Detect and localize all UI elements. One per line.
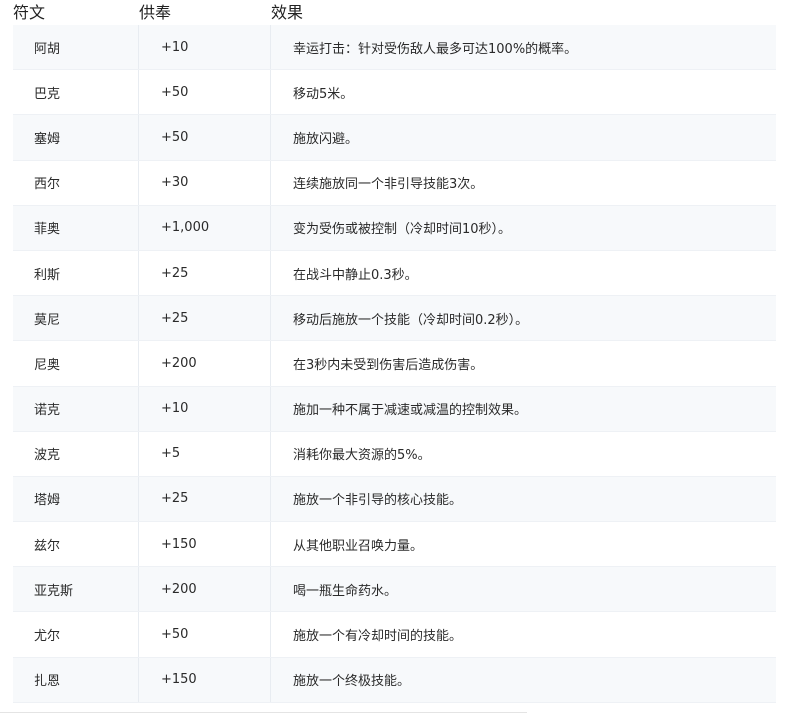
table-row: 尤尔 +50 施放一个有冷却时间的技能。: [13, 612, 776, 658]
table-row: 亚克斯 +200 喝一瓶生命药水。: [13, 567, 776, 613]
rune-name-cell: 巴克: [34, 86, 61, 102]
rune-name-cell: 利斯: [34, 267, 61, 283]
devotion-value-cell: +1,000: [161, 220, 210, 236]
rune-name-cell: 阿胡: [34, 41, 61, 57]
devotion-value-cell: +30: [161, 175, 189, 191]
rune-name-cell: 尼奥: [34, 357, 61, 373]
table-row: 塔姆 +25 施放一个非引导的核心技能。: [13, 476, 776, 523]
bottom-divider: [0, 712, 527, 713]
table-row: 诺克 +10 施加一种不属于减速或减温的控制效果。: [13, 386, 776, 432]
effect-text-cell: 在3秒内未受到伤害后造成伤害。: [293, 357, 484, 373]
rune-name-cell: 塔姆: [34, 493, 61, 509]
table-row: 西尔 +30 连续施放同一个非引导技能3次。: [13, 160, 776, 206]
rune-name-cell: 扎恩: [34, 674, 61, 690]
effect-text-cell: 施放闪避。: [293, 131, 359, 147]
effect-text-cell: 在战斗中静止0.3秒。: [293, 267, 418, 283]
table-row: 莫尼 +25 移动后施放一个技能（冷却时间0.2秒）。: [13, 296, 776, 342]
table-header: 符文 供奉 效果: [0, 0, 791, 25]
effect-text-cell: 施放一个非引导的核心技能。: [293, 493, 463, 509]
effect-text-cell: 施放一个有冷却时间的技能。: [293, 629, 463, 645]
table-row: 尼奥 +200 在3秒内未受到伤害后造成伤害。: [13, 341, 776, 387]
devotion-value-cell: +10: [161, 39, 189, 55]
effect-text-cell: 变为受伤或被控制（冷却时间10秒）。: [293, 222, 512, 238]
effect-text-cell: 施放一个终极技能。: [293, 674, 411, 690]
devotion-value-cell: +50: [161, 129, 189, 145]
rune-name-cell: 兹尔: [34, 538, 61, 554]
devotion-value-cell: +150: [161, 536, 197, 552]
table-row: 塞姆 +50 施放闪避。: [13, 115, 776, 161]
rune-name-cell: 诺克: [34, 403, 61, 419]
devotion-value-cell: +25: [161, 310, 189, 326]
devotion-value-cell: +5: [161, 446, 181, 462]
table-row: 利斯 +25 在战斗中静止0.3秒。: [13, 250, 776, 297]
devotion-value-cell: +150: [161, 672, 197, 688]
rune-name-cell: 塞姆: [34, 131, 61, 147]
devotion-value-cell: +25: [161, 491, 189, 507]
devotion-value-cell: +200: [161, 355, 197, 371]
rune-table: 阿胡 +10 幸运打击：针对受伤敌人最多可达100%的概率。巴克 +50 移动5米。塞姆…: [13, 25, 776, 703]
devotion-value-cell: +10: [161, 401, 189, 417]
column-header-rune: 符文: [13, 3, 46, 22]
effect-text-cell: 幸运打击：针对受伤敌人最多可达100%的概率。: [293, 41, 578, 57]
table-row: 巴克 +50 移动5米。: [13, 70, 776, 116]
table-row: 扎恩 +150 施放一个终极技能。: [13, 657, 776, 703]
effect-text-cell: 从其他职业召唤力量。: [293, 538, 424, 554]
table-row: 阿胡 +10 幸运打击：针对受伤敌人最多可达100%的概率。: [13, 25, 776, 71]
devotion-value-cell: +25: [161, 265, 189, 281]
table-row: 波克 +5 消耗你最大资源的5%。: [13, 431, 776, 477]
effect-text-cell: 移动后施放一个技能（冷却时间0.2秒）。: [293, 312, 529, 328]
rune-name-cell: 西尔: [34, 177, 61, 193]
effect-text-cell: 移动5米。: [293, 86, 354, 102]
column-header-devotion: 供奉: [139, 3, 172, 22]
rune-name-cell: 菲奥: [34, 222, 61, 238]
table-row: 菲奥 +1,000 变为受伤或被控制（冷却时间10秒）。: [13, 205, 776, 251]
rune-name-cell: 波克: [34, 448, 61, 464]
devotion-value-cell: +50: [161, 84, 189, 100]
column-header-effect: 效果: [271, 3, 304, 22]
devotion-value-cell: +200: [161, 581, 197, 597]
rune-name-cell: 亚克斯: [34, 583, 74, 599]
effect-text-cell: 喝一瓶生命药水。: [293, 583, 398, 599]
effect-text-cell: 连续施放同一个非引导技能3次。: [293, 177, 484, 193]
rune-name-cell: 尤尔: [34, 629, 61, 645]
devotion-value-cell: +50: [161, 627, 189, 643]
effect-text-cell: 消耗你最大资源的5%。: [293, 448, 431, 464]
table-row: 兹尔 +150 从其他职业召唤力量。: [13, 522, 776, 568]
effect-text-cell: 施加一种不属于减速或减温的控制效果。: [293, 403, 528, 419]
rune-name-cell: 莫尼: [34, 312, 61, 328]
